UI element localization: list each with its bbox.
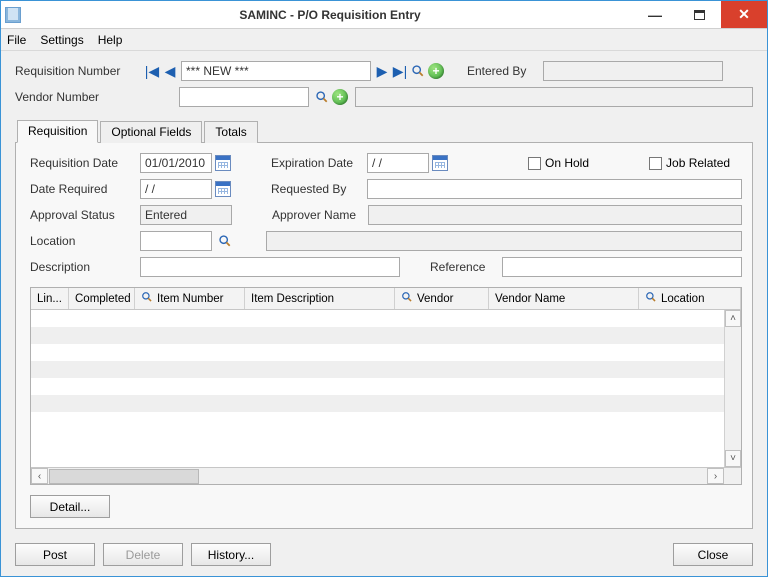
hscroll-thumb[interactable] <box>49 469 199 484</box>
requisition-number-label: Requisition Number <box>15 64 143 78</box>
requisition-number-input[interactable]: *** NEW *** <box>181 61 371 81</box>
scroll-down-icon[interactable]: ˅ <box>725 450 741 467</box>
menu-settings[interactable]: Settings <box>40 33 83 47</box>
requisition-finder-icon[interactable] <box>409 62 427 80</box>
col-location[interactable]: Location <box>639 288 741 309</box>
finder-icon <box>141 291 153 306</box>
requisition-new-icon[interactable]: + <box>427 62 445 80</box>
location-label: Location <box>30 234 140 248</box>
col-item-number[interactable]: Item Number <box>135 288 245 309</box>
date-required-calendar-icon[interactable] <box>215 181 231 197</box>
delete-button[interactable]: Delete <box>103 543 183 566</box>
entered-by-field <box>543 61 723 81</box>
approval-status-label: Approval Status <box>30 208 140 222</box>
nav-last-icon[interactable]: ▶| <box>391 62 409 80</box>
expiration-date-label: Expiration Date <box>271 156 367 170</box>
detail-grid[interactable]: Lin... Completed Item Number Item Descri… <box>30 287 742 485</box>
close-window-button[interactable]: ✕ <box>721 1 767 28</box>
reference-input[interactable] <box>502 257 742 277</box>
vendor-number-label: Vendor Number <box>15 90 143 104</box>
location-input[interactable] <box>140 231 212 251</box>
post-button[interactable]: Post <box>15 543 95 566</box>
maximize-button[interactable] <box>677 1 721 28</box>
vendor-finder-icon[interactable] <box>313 88 331 106</box>
minimize-button[interactable]: — <box>633 1 677 28</box>
close-button[interactable]: Close <box>673 543 753 566</box>
requisition-number-value: *** NEW *** <box>186 64 249 78</box>
description-label: Description <box>30 260 140 274</box>
approver-name-field <box>368 205 742 225</box>
requisition-date-input[interactable]: 01/01/2010 <box>140 153 212 173</box>
expiration-date-input[interactable]: / / <box>367 153 429 173</box>
on-hold-checkbox[interactable] <box>528 157 541 170</box>
col-completed[interactable]: Completed <box>69 288 135 309</box>
scroll-left-icon[interactable]: ‹ <box>31 468 48 484</box>
nav-next-icon[interactable]: ▶ <box>373 62 391 80</box>
menu-file[interactable]: File <box>7 33 26 47</box>
scroll-right-icon[interactable]: › <box>707 468 724 484</box>
col-vendor[interactable]: Vendor <box>395 288 489 309</box>
on-hold-label: On Hold <box>545 156 589 170</box>
requisition-date-label: Requisition Date <box>30 156 140 170</box>
entered-by-label: Entered By <box>467 64 543 78</box>
menu-help[interactable]: Help <box>98 33 123 47</box>
window-title: SAMINC - P/O Requisition Entry <box>27 8 633 22</box>
requested-by-input[interactable] <box>367 179 742 199</box>
finder-icon <box>401 291 413 306</box>
location-finder-icon[interactable] <box>216 232 234 250</box>
job-related-checkbox[interactable] <box>649 157 662 170</box>
description-input[interactable] <box>140 257 400 277</box>
vendor-new-icon[interactable]: + <box>331 88 349 106</box>
tab-optional-fields[interactable]: Optional Fields <box>100 121 202 143</box>
approver-name-label: Approver Name <box>272 208 368 222</box>
tab-requisition[interactable]: Requisition <box>17 120 98 143</box>
col-line[interactable]: Lin... <box>31 288 69 309</box>
grid-body[interactable] <box>31 310 724 467</box>
finder-icon <box>645 291 657 306</box>
job-related-label: Job Related <box>666 156 730 170</box>
vendor-number-input[interactable] <box>179 87 309 107</box>
reference-label: Reference <box>430 260 502 274</box>
nav-prev-icon[interactable]: ◀ <box>161 62 179 80</box>
approval-status-field: Entered <box>140 205 232 225</box>
history-button[interactable]: History... <box>191 543 271 566</box>
grid-hscrollbar[interactable]: ‹ › <box>31 467 741 484</box>
grid-vscrollbar[interactable]: ˄ ˅ <box>724 310 741 467</box>
location-name-field <box>266 231 742 251</box>
scroll-up-icon[interactable]: ˄ <box>725 310 741 327</box>
scroll-corner <box>724 468 741 484</box>
requisition-date-calendar-icon[interactable] <box>215 155 231 171</box>
requested-by-label: Requested By <box>271 182 367 196</box>
nav-first-icon[interactable]: |◀ <box>143 62 161 80</box>
detail-button[interactable]: Detail... <box>30 495 110 518</box>
expiration-date-calendar-icon[interactable] <box>432 155 448 171</box>
app-icon <box>5 7 21 23</box>
date-required-input[interactable]: / / <box>140 179 212 199</box>
col-item-description[interactable]: Item Description <box>245 288 395 309</box>
vendor-name-field <box>355 87 753 107</box>
col-vendor-name[interactable]: Vendor Name <box>489 288 639 309</box>
tab-totals[interactable]: Totals <box>204 121 257 143</box>
date-required-label: Date Required <box>30 182 140 196</box>
